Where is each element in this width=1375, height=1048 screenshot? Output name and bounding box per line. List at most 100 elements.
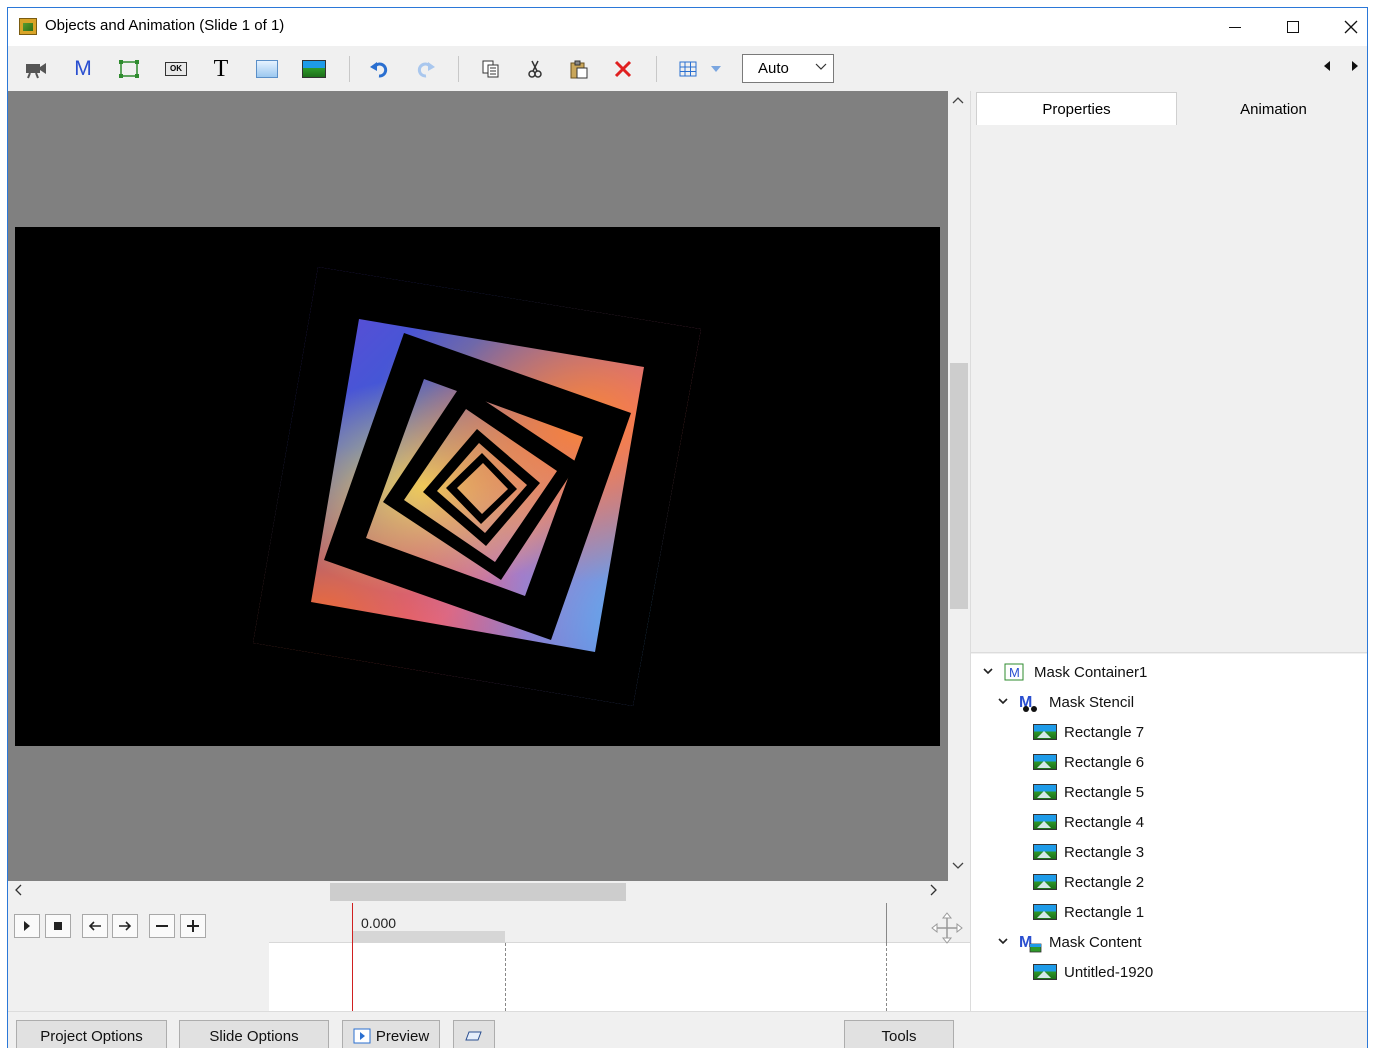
canvas-vertical-scrollbar[interactable] xyxy=(948,91,970,881)
camera-icon[interactable] xyxy=(22,56,50,82)
mask-stencil-icon: M xyxy=(1018,693,1042,712)
stop-button[interactable] xyxy=(45,914,71,938)
image-icon xyxy=(1033,724,1057,740)
button-ok-icon[interactable]: OK xyxy=(162,56,190,82)
tab-animation[interactable]: Animation xyxy=(1177,94,1367,126)
scroll-right-arrow-icon[interactable] xyxy=(930,884,938,899)
chevron-down-icon[interactable] xyxy=(981,666,995,678)
mask-content-image[interactable] xyxy=(211,267,743,706)
mask-content-icon: M xyxy=(1018,933,1042,953)
timeline-time: 0.000 xyxy=(361,915,397,931)
plus-icon xyxy=(187,920,199,932)
image-icon xyxy=(1033,874,1057,890)
stop-icon xyxy=(54,922,62,930)
zoom-select-value: Auto xyxy=(758,60,789,77)
play-button[interactable] xyxy=(14,914,40,938)
tree-item-rectangle-4[interactable]: Rectangle 4 xyxy=(1033,808,1144,836)
slide-stage[interactable] xyxy=(15,227,940,746)
grid-dropdown-icon[interactable] xyxy=(706,56,726,82)
tree-item-label: Rectangle 2 xyxy=(1064,873,1145,891)
erase-button[interactable] xyxy=(453,1020,495,1048)
timeline-duration-bar[interactable] xyxy=(353,931,505,943)
image-icon[interactable] xyxy=(300,56,328,82)
mask-m-icon[interactable]: M xyxy=(69,56,97,82)
image-icon xyxy=(1033,754,1057,770)
scroll-up-icon[interactable] xyxy=(952,95,964,107)
tree-item-label: Rectangle 3 xyxy=(1064,843,1145,861)
tree-item-rectangle-5[interactable]: Rectangle 5 xyxy=(1033,778,1144,806)
next-keyframe-button[interactable] xyxy=(112,914,138,938)
preview-icon xyxy=(353,1028,371,1044)
text-t-icon[interactable]: T xyxy=(207,56,235,82)
move-arrows-icon[interactable] xyxy=(930,911,964,945)
tree-item-rectangle-1[interactable]: Rectangle 1 xyxy=(1033,898,1144,926)
tree-item-mask-content[interactable]: M Mask Content xyxy=(996,928,1142,956)
tree-item-mask-container[interactable]: M Mask Container1 xyxy=(981,658,1147,686)
tree-item-label: Mask Content xyxy=(1049,933,1142,951)
title-bar: Objects and Animation (Slide 1 of 1) xyxy=(8,8,1367,46)
close-button[interactable] xyxy=(1322,8,1367,46)
undo-icon[interactable] xyxy=(365,56,393,82)
maximize-button[interactable] xyxy=(1264,8,1322,46)
project-options-button[interactable]: Project Options xyxy=(16,1020,167,1048)
minimize-button[interactable] xyxy=(1206,8,1264,46)
preview-button[interactable]: Preview xyxy=(342,1020,440,1048)
play-icon xyxy=(24,921,30,931)
tab-properties[interactable]: Properties xyxy=(976,92,1177,126)
remove-keyframe-button[interactable] xyxy=(149,914,175,938)
tree-item-untitled-1920[interactable]: Untitled-1920 xyxy=(1033,958,1153,986)
tree-item-label: Rectangle 6 xyxy=(1064,753,1145,771)
timeline-end-line xyxy=(886,903,887,943)
add-keyframe-button[interactable] xyxy=(180,914,206,938)
chevron-down-icon[interactable] xyxy=(996,936,1010,948)
timeline-cursor[interactable] xyxy=(352,903,353,1011)
tree-item-label: Rectangle 1 xyxy=(1064,903,1145,921)
toolbar: M OK T Auto xyxy=(8,46,1367,91)
tree-item-rectangle-2[interactable]: Rectangle 2 xyxy=(1033,868,1144,896)
preview-label: Preview xyxy=(375,1027,430,1045)
chevron-down-icon xyxy=(815,60,827,74)
minimize-icon xyxy=(1229,26,1241,28)
tree-item-mask-stencil[interactable]: M Mask Stencil xyxy=(996,688,1134,716)
tree-item-rectangle-7[interactable]: Rectangle 7 xyxy=(1033,718,1144,746)
vertical-scroll-thumb[interactable] xyxy=(950,363,968,609)
scroll-left-icon[interactable] xyxy=(1323,60,1331,74)
tree-item-label: Rectangle 4 xyxy=(1064,813,1145,831)
rectangle-icon[interactable] xyxy=(253,56,281,82)
mask-container-icon: M xyxy=(1003,663,1027,681)
prev-keyframe-button[interactable] xyxy=(82,914,108,938)
tree-item-rectangle-6[interactable]: Rectangle 6 xyxy=(1033,748,1144,776)
image-icon xyxy=(1033,904,1057,920)
maximize-icon xyxy=(1287,21,1299,33)
tree-item-rectangle-3[interactable]: Rectangle 3 xyxy=(1033,838,1144,866)
tree-item-label: Mask Container1 xyxy=(1034,663,1148,681)
mask-stencil-rectangles xyxy=(211,267,743,706)
timeline: 0.000 xyxy=(8,903,970,1011)
horizontal-scroll-thumb[interactable] xyxy=(330,883,626,901)
tree-item-label: Untitled-1920 xyxy=(1064,963,1154,981)
slide-options-button[interactable]: Slide Options xyxy=(179,1020,329,1048)
timeline-end-marker xyxy=(886,943,887,1011)
frame-icon[interactable] xyxy=(115,56,143,82)
paste-icon[interactable] xyxy=(565,56,593,82)
minus-icon xyxy=(156,925,168,927)
image-icon xyxy=(1033,844,1057,860)
zoom-select[interactable]: Auto xyxy=(742,54,834,83)
copy-icon[interactable] xyxy=(476,56,504,82)
window-title: Objects and Animation (Slide 1 of 1) xyxy=(45,17,285,34)
properties-panel xyxy=(971,125,1367,653)
image-icon xyxy=(1033,814,1057,830)
cut-icon[interactable] xyxy=(521,56,549,82)
scroll-right-icon[interactable] xyxy=(1351,60,1359,74)
scroll-down-icon[interactable] xyxy=(952,861,964,873)
slide-canvas[interactable] xyxy=(8,91,948,881)
canvas-horizontal-scrollbar[interactable] xyxy=(8,881,948,903)
redo-icon[interactable] xyxy=(412,56,440,82)
scroll-left-arrow-icon[interactable] xyxy=(14,884,22,899)
grid-icon[interactable] xyxy=(674,56,702,82)
delete-icon[interactable] xyxy=(609,56,637,82)
tools-button[interactable]: Tools xyxy=(844,1020,954,1048)
close-icon xyxy=(1344,20,1358,34)
chevron-down-icon[interactable] xyxy=(996,696,1010,708)
tree-item-label: Mask Stencil xyxy=(1049,693,1135,711)
